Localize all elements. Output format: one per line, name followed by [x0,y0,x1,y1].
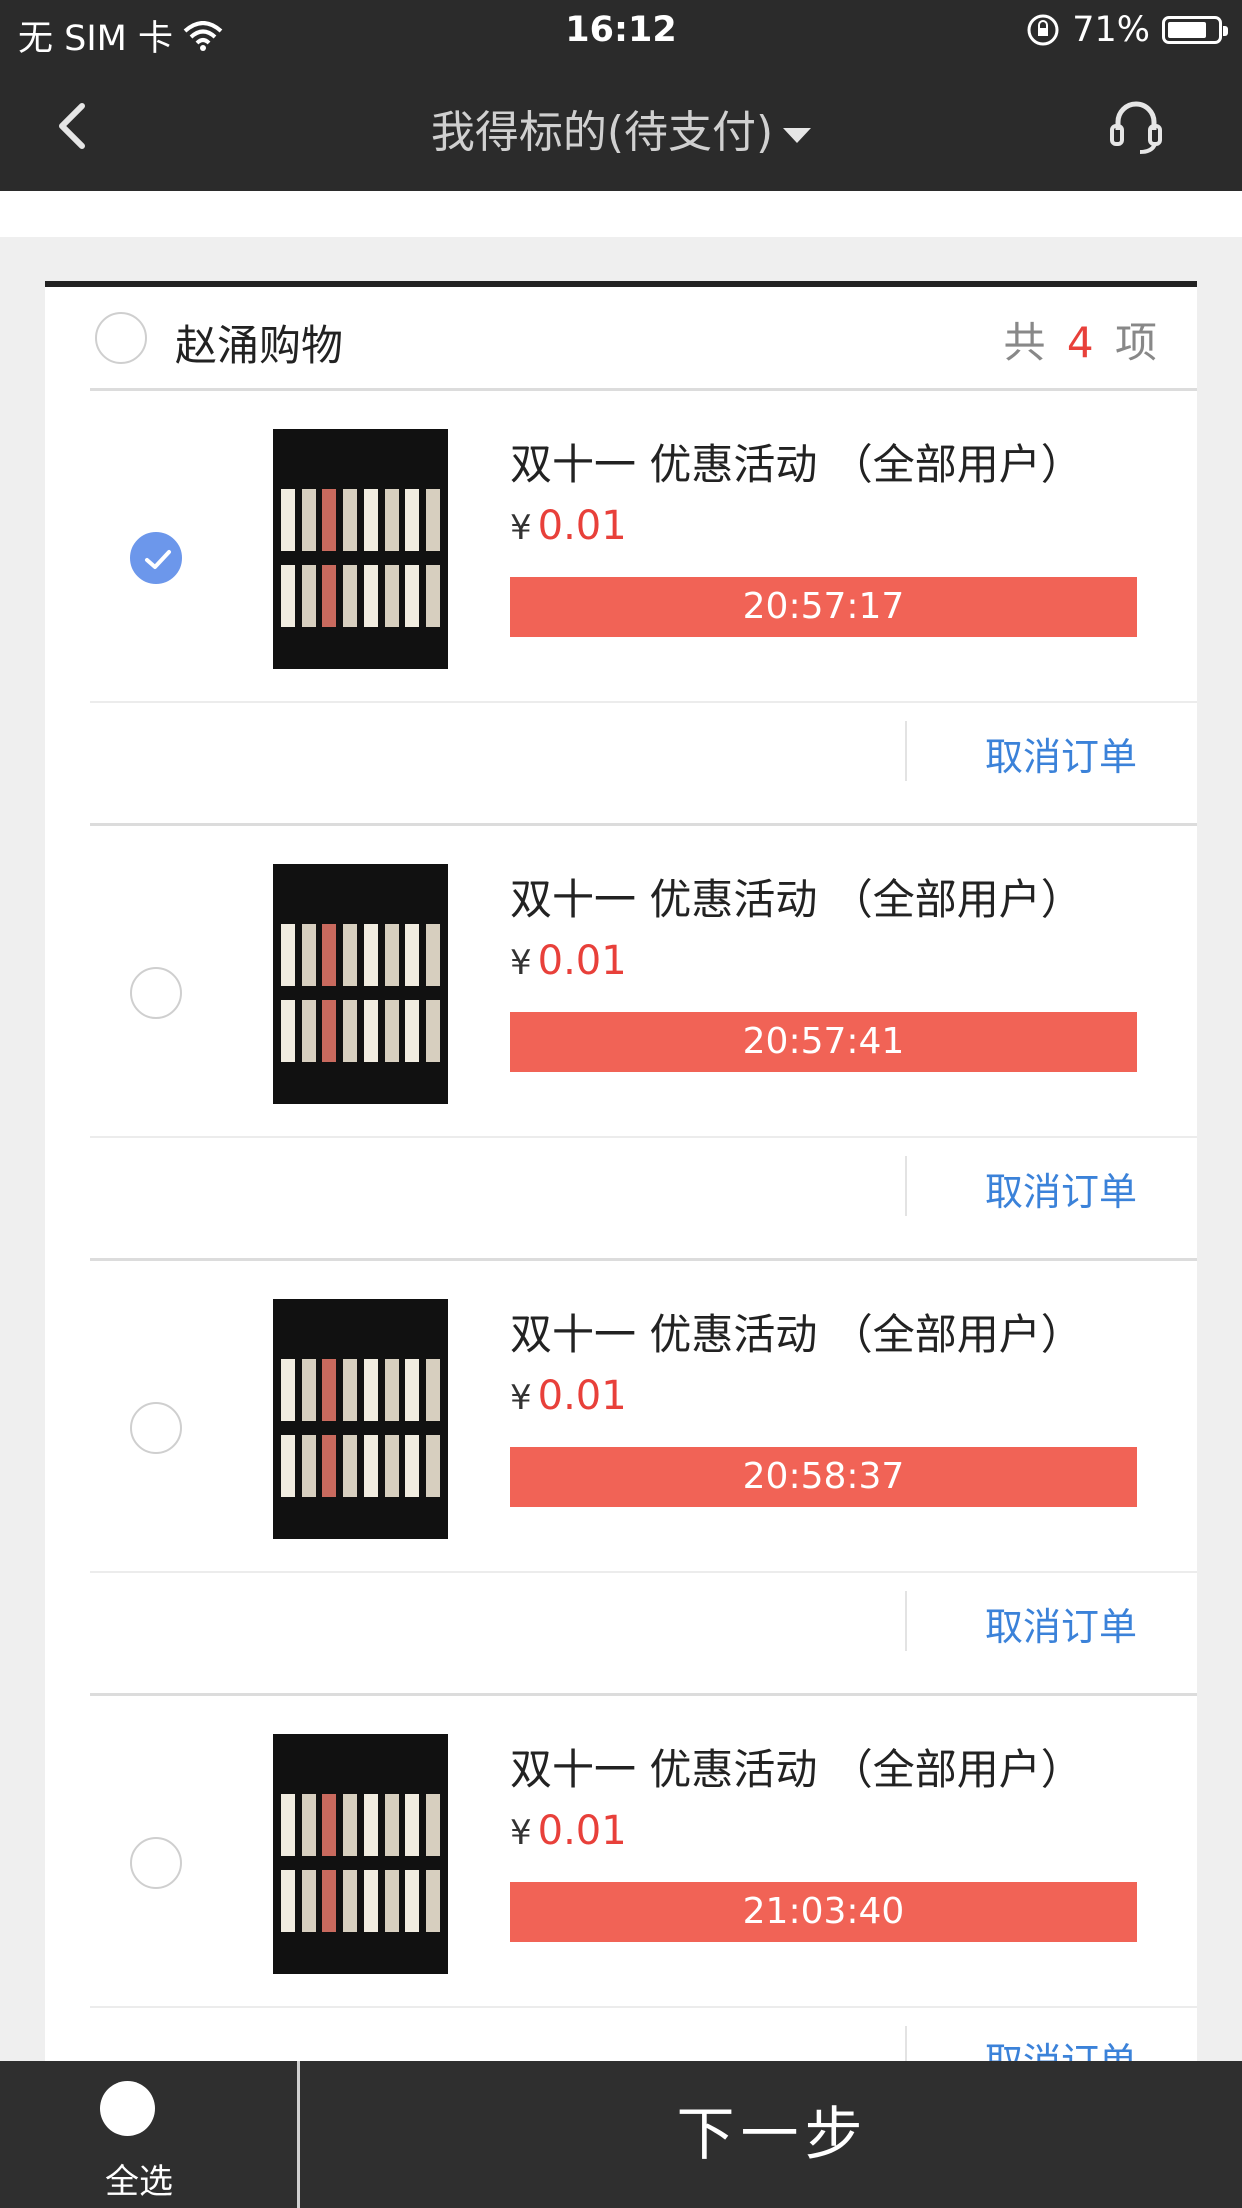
battery-icon [1162,16,1228,44]
cancel-order-button[interactable]: 取消订单 [985,1596,1137,1651]
product-price: ¥0.01 [510,1808,627,1854]
product-price: ¥0.01 [510,503,627,549]
divider [90,2006,1197,2008]
product-thumbnail[interactable] [273,1299,448,1539]
caret-down-icon [783,127,812,143]
countdown-timer: 20:57:41 [510,1012,1137,1072]
divider [90,1571,1197,1573]
rotation-lock-icon [1027,14,1059,46]
order-item: 双十一 优惠活动 （全部用户） ¥0.01 21:03:40 取消订单 [45,1696,1197,2067]
order-select-radio[interactable] [130,1837,182,1889]
product-title[interactable]: 双十一 优惠活动 （全部用户） [510,866,1083,927]
product-title[interactable]: 双十一 优惠活动 （全部用户） [510,431,1083,492]
nav-bar: 我得标的(待支付) [0,62,1242,191]
order-select-radio[interactable] [130,1402,182,1454]
order-item: 双十一 优惠活动 （全部用户） ¥0.01 20:57:41 取消订单 [45,826,1197,1261]
select-all-label: 全选 [105,2162,173,2202]
cancel-order-button[interactable]: 取消订单 [985,726,1137,781]
order-select-radio[interactable] [130,532,182,584]
divider [905,721,907,781]
order-item: 双十一 优惠活动 （全部用户） ¥0.01 20:58:37 取消订单 [45,1261,1197,1696]
countdown-timer: 20:58:37 [510,1447,1137,1507]
product-thumbnail[interactable] [273,429,448,669]
top-bar: 无 SIM 卡 16:12 71% 我得标的(待支付) [0,0,1242,191]
countdown-timer: 20:57:17 [510,577,1137,637]
order-item: 双十一 优惠活动 （全部用户） ¥0.01 20:57:17 取消订单 [45,391,1197,826]
select-all-radio[interactable] [100,2081,155,2136]
product-title[interactable]: 双十一 优惠活动 （全部用户） [510,1736,1083,1797]
headset-icon[interactable] [1106,96,1166,156]
bottom-action-bar: 全选 下一步 [0,2061,1242,2208]
shop-header: 赵涌购物 共 4 项 [45,287,1197,388]
divider [905,1156,907,1216]
product-thumbnail[interactable] [273,1734,448,1974]
cancel-order-button[interactable]: 取消订单 [985,1161,1137,1216]
countdown-timer: 21:03:40 [510,1882,1137,1942]
filter-strip [0,191,1242,237]
product-price: ¥0.01 [510,1373,627,1419]
select-all-toggle[interactable]: 全选 [0,2061,300,2208]
shop-card: 赵涌购物 共 4 项 双十一 优惠活动 （全部用户） ¥0.01 20:57:1… [45,281,1197,2067]
page-title-dropdown[interactable]: 我得标的(待支付) [0,96,1242,160]
product-price: ¥0.01 [510,938,627,984]
divider [90,1136,1197,1138]
page-title: 我得标的(待支付) [430,107,774,158]
shop-name: 赵涌购物 [175,321,344,370]
item-count: 共 4 项 [1003,318,1161,367]
check-icon [145,550,171,569]
shop-select-radio[interactable] [95,312,147,364]
battery-percent: 71% [1072,10,1150,50]
order-select-radio[interactable] [130,967,182,1019]
product-title[interactable]: 双十一 优惠活动 （全部用户） [510,1301,1083,1362]
divider [90,701,1197,703]
divider [905,1591,907,1651]
product-thumbnail[interactable] [273,864,448,1104]
status-bar: 无 SIM 卡 16:12 71% [0,0,1242,62]
next-step-button[interactable]: 下一步 [303,2061,1242,2208]
